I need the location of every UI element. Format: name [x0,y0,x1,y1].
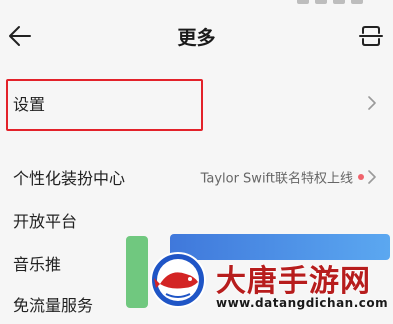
free-data-label: 免流量服务 [13,296,94,315]
watermark: 大唐手游网 www.datangdichan.com [118,228,393,314]
status-icon [297,0,309,4]
scan-icon [359,26,383,46]
back-arrow-icon [9,26,31,46]
new-badge-dot [358,174,364,180]
personalization-label: 个性化装扮中心 [13,169,126,188]
status-icon [315,0,327,4]
page-title: 更多 [177,27,216,49]
status-icon [333,0,345,4]
music-push-label: 音乐推 [13,255,62,274]
watermark-brand: 大唐手游网 [216,264,371,299]
promo-subtitle: Taylor Swift联名特权上线 [200,171,353,187]
watermark-url: www.datangdichan.com [216,296,389,310]
open-platform-label: 开放平台 [13,212,78,231]
top-bar: 更多 [0,8,393,64]
fish-logo-icon [150,252,206,308]
status-icon [351,0,363,4]
watermark-decoration [126,236,148,308]
chevron-right-icon [368,96,376,110]
settings-label: 设置 [13,95,46,114]
back-button[interactable] [6,22,34,50]
personalization-center-row[interactable]: 个性化装扮中心 Taylor Swift联名特权上线 [0,157,393,197]
chevron-right-icon [368,170,376,184]
status-icons [297,0,363,4]
status-bar [0,0,393,8]
scan-button[interactable] [357,22,385,50]
settings-row[interactable]: 设置 [0,83,393,123]
